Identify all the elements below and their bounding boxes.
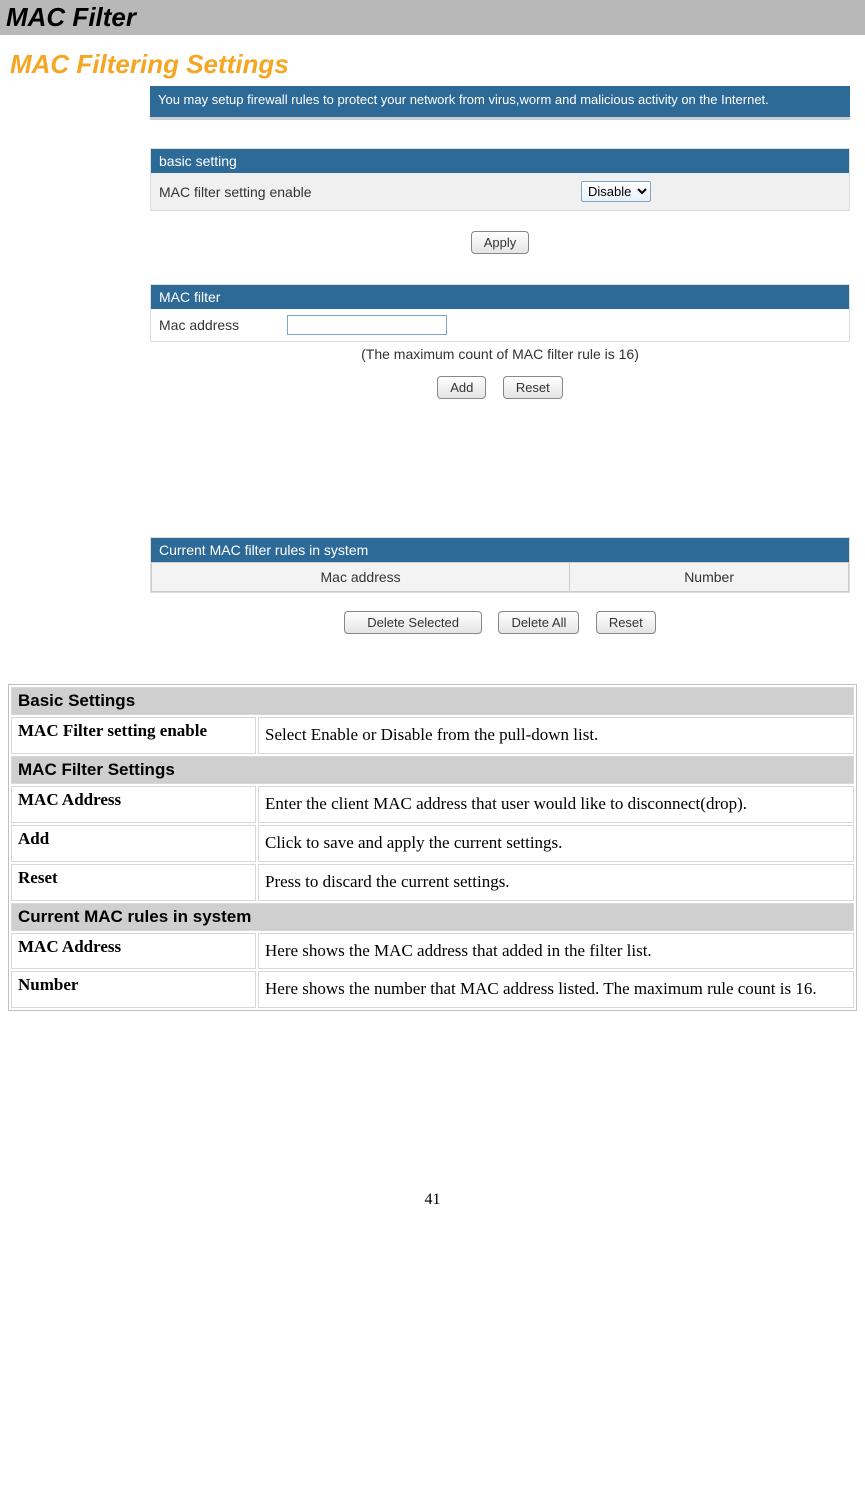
delete-all-button[interactable]: Delete All: [498, 611, 579, 634]
doc-section-basic: Basic Settings: [11, 687, 854, 715]
doc-section-filter: MAC Filter Settings: [11, 756, 854, 784]
doc-desc-mac: Enter the client MAC address that user w…: [258, 786, 854, 823]
doc-term-enable: MAC Filter setting enable: [11, 717, 256, 754]
mac-address-label: Mac address: [151, 309, 281, 341]
doc-term-mac: MAC Address: [11, 786, 256, 823]
mac-filter-enable-select[interactable]: Disable: [581, 181, 651, 202]
doc-desc-number: Here shows the number that MAC address l…: [258, 971, 854, 1008]
mac-address-input[interactable]: [287, 315, 447, 335]
doc-section-current: Current MAC rules in system: [11, 903, 854, 931]
mac-filter-enable-label: MAC filter setting enable: [159, 184, 581, 200]
rules-reset-button[interactable]: Reset: [596, 611, 656, 634]
apply-button[interactable]: Apply: [471, 231, 530, 254]
current-rules-section: Current MAC filter rules in system Mac a…: [150, 537, 850, 593]
page-title-bar: MAC Filter: [0, 0, 865, 35]
mac-address-input-row: Mac address: [151, 309, 849, 341]
doc-term-mac2: MAC Address: [11, 933, 256, 970]
delete-selected-button[interactable]: Delete Selected: [344, 611, 482, 634]
doc-term-add: Add: [11, 825, 256, 862]
documentation-table: Basic Settings MAC Filter setting enable…: [8, 684, 857, 1011]
page-title: MAC Filter: [6, 2, 859, 33]
basic-setting-section: basic setting MAC filter setting enable …: [150, 148, 850, 211]
doc-term-reset: Reset: [11, 864, 256, 901]
rules-col-mac: Mac address: [152, 563, 570, 592]
doc-term-number: Number: [11, 971, 256, 1008]
add-button[interactable]: Add: [437, 376, 486, 399]
mac-filter-enable-row: MAC filter setting enable Disable: [151, 173, 849, 210]
reset-button[interactable]: Reset: [503, 376, 563, 399]
current-rules-header: Current MAC filter rules in system: [151, 538, 849, 562]
rules-table-header-row: Mac address Number: [152, 563, 849, 592]
rules-col-number: Number: [570, 563, 849, 592]
intro-banner: You may setup firewall rules to protect …: [150, 86, 850, 120]
rules-table: Mac address Number: [151, 562, 849, 592]
basic-setting-header: basic setting: [151, 149, 849, 173]
doc-desc-add: Click to save and apply the current sett…: [258, 825, 854, 862]
max-rule-note: (The maximum count of MAC filter rule is…: [150, 342, 850, 366]
doc-desc-enable: Select Enable or Disable from the pull-d…: [258, 717, 854, 754]
embedded-settings-panel: You may setup firewall rules to protect …: [150, 86, 850, 674]
settings-heading: MAC Filtering Settings: [0, 35, 865, 86]
mac-filter-header: MAC filter: [151, 285, 849, 309]
page-number: 41: [0, 1011, 865, 1229]
doc-desc-reset: Press to discard the current settings.: [258, 864, 854, 901]
doc-desc-mac2: Here shows the MAC address that added in…: [258, 933, 854, 970]
mac-filter-section: MAC filter Mac address: [150, 284, 850, 342]
